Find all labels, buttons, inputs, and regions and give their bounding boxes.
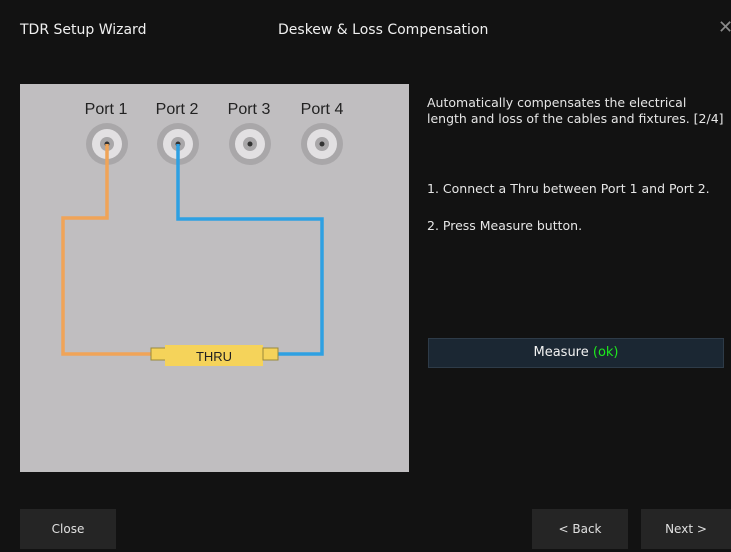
instruction-step-2: 2. Press Measure button.	[427, 218, 583, 233]
measure-status: (ok)	[592, 345, 619, 360]
instruction-step-1: 1. Connect a Thru between Port 1 and Por…	[427, 181, 710, 196]
port-3-label: Port 3	[228, 101, 271, 118]
thru-left-connector	[150, 347, 167, 361]
title-bar: TDR Setup Wizard Deskew & Loss Compensat…	[0, 0, 731, 62]
port-2-label: Port 2	[156, 101, 199, 118]
next-button[interactable]: Next >	[641, 509, 731, 549]
connection-diagram-svg: Port 1 Port 2 Port 3 Port 4 THRU	[61, 101, 344, 366]
wizard-title: TDR Setup Wizard	[20, 22, 147, 38]
close-button[interactable]: Close	[20, 509, 116, 549]
thru-label: THRU	[196, 349, 232, 364]
cable-port1	[61, 144, 153, 356]
port-3-connector-icon	[229, 123, 271, 165]
port-4-connector-icon	[301, 123, 343, 165]
cable-port2	[176, 144, 324, 356]
back-button[interactable]: < Back	[532, 509, 628, 549]
port-1-label: Port 1	[85, 101, 128, 118]
close-icon[interactable]: ✕	[718, 17, 731, 38]
connection-diagram: Port 1 Port 2 Port 3 Port 4 THRU	[20, 84, 409, 472]
step-title: Deskew & Loss Compensation	[278, 22, 489, 38]
thru-right-connector	[262, 347, 279, 361]
port-4-label: Port 4	[301, 101, 344, 118]
measure-button-label: Measure	[533, 345, 589, 360]
measure-button[interactable]: Measure (ok)	[428, 338, 724, 368]
description-text: Automatically compensates the electrical…	[427, 95, 724, 126]
